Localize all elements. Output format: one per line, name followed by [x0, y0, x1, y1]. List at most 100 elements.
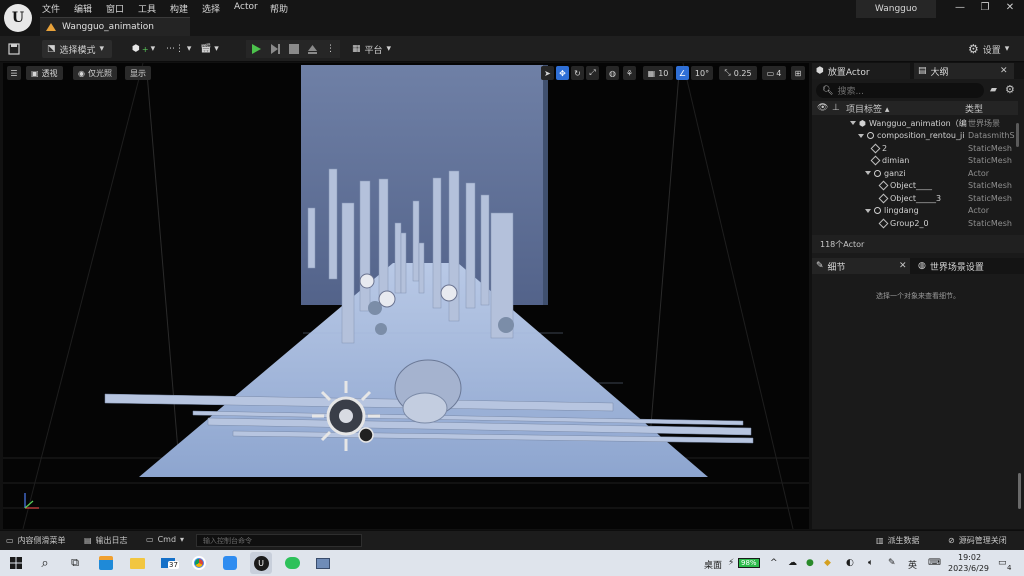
tree-row[interactable]: Object_____3 StaticMesh [812, 192, 1018, 205]
title-bar: U 文件 编辑 窗口 工具 构建 选择 Actor 帮助 Wangguo_ani… [0, 0, 1024, 36]
camera-speed-button[interactable]: ▭ 4 [762, 66, 786, 80]
outliner-search[interactable]: 🔍︎ 搜索... [816, 83, 984, 98]
notification-icon[interactable]: ▭ [998, 558, 1007, 568]
content-drawer-button[interactable]: ▭ 内容侧滑菜单 [6, 535, 66, 546]
cmd-selector[interactable]: ▭ Cmd ▾ [146, 535, 184, 544]
menu-tools[interactable]: 工具 [138, 2, 156, 15]
outliner-scrollbar[interactable] [1016, 123, 1019, 147]
close-button[interactable]: ✕ [1000, 2, 1020, 16]
column-type[interactable]: 类型 [965, 102, 983, 115]
tray-app-icon[interactable]: ◆ [824, 558, 831, 568]
tree-row[interactable]: dimian StaticMesh [812, 155, 1018, 168]
menu-select[interactable]: 选择 [202, 2, 220, 15]
stop-icon[interactable] [289, 44, 299, 54]
lighting-mode-button[interactable]: ◉ 仅光照 [73, 66, 117, 80]
battery-level[interactable]: 98% [738, 558, 760, 568]
menu-actor[interactable]: Actor [234, 2, 258, 12]
blueprint-button[interactable]: ⋯⋮ ▾ [166, 40, 191, 58]
minimize-button[interactable]: — [950, 2, 970, 16]
menu-help[interactable]: 帮助 [270, 2, 288, 15]
tab-outliner[interactable]: ▤ 大纲 [914, 63, 1014, 79]
menu-window[interactable]: 窗口 [106, 2, 124, 15]
source-control-button[interactable]: ⊘ 源码管理关闭 [948, 535, 1007, 546]
rotate-tool-icon[interactable]: ↻ [571, 66, 584, 80]
play-icon[interactable] [251, 43, 262, 55]
store-icon[interactable] [95, 552, 117, 574]
select-tool-icon[interactable]: ➤ [541, 66, 554, 80]
viewport-menu-button[interactable]: ☰ [7, 66, 21, 80]
menu-edit[interactable]: 编辑 [74, 2, 92, 15]
cube-icon: ▣ [31, 68, 39, 78]
scale-snap-icon: ⤡ [724, 68, 731, 77]
tree-row[interactable]: 2 StaticMesh [812, 142, 1018, 155]
scale-snap-button[interactable]: ⤡ 0.25 [719, 66, 757, 80]
pin-icon[interactable]: ⊥ [832, 103, 840, 113]
more-options-icon[interactable]: ⋮ [326, 44, 335, 54]
rotate-snap-value[interactable]: 10° [691, 66, 713, 80]
tree-row[interactable]: ⬢ Wangguo_animation（编 世界场景 [812, 117, 1018, 130]
task-view-icon[interactable]: ⧉ [64, 552, 86, 574]
menu-build[interactable]: 构建 [170, 2, 188, 15]
scale-tool-icon[interactable]: ⤢ [586, 66, 599, 80]
cinematics-button[interactable]: 🎬︎ ▾ [200, 40, 219, 58]
tree-row[interactable]: lingdang Actor [812, 205, 1018, 218]
menu-file[interactable]: 文件 [42, 2, 60, 15]
windows-start-icon[interactable] [5, 552, 27, 574]
viewport-layout-icon[interactable]: ⊞ [791, 66, 805, 80]
visibility-icon[interactable]: 👁︎ [817, 103, 828, 113]
settings-button[interactable]: ⚙ 设置 ▾ [968, 40, 1009, 58]
output-log-button[interactable]: ▤ 输出日志 [84, 535, 128, 546]
mode-selector[interactable]: ⬔ 选择模式 ▾ [42, 40, 112, 58]
unreal-logo-icon[interactable]: U [4, 4, 32, 32]
level-viewport[interactable]: ☰ ▣ 透视 ◉ 仅光照 显示 ➤ ✥ ↻ ⤢ ◍ ⚘ ▦ 10 ∠ 10° ⤡ 0.2… [3, 63, 809, 529]
app-window-icon[interactable] [312, 552, 334, 574]
wechat-tray-icon[interactable]: ● [806, 558, 814, 568]
tree-row[interactable]: composition_rentou_ji DatasmithS [812, 130, 1018, 143]
derived-data-button[interactable]: ▥ 派生数据 [876, 535, 920, 546]
save-icon[interactable] [8, 40, 20, 58]
file-explorer-icon[interactable] [126, 552, 148, 574]
feishu-icon[interactable] [219, 552, 241, 574]
maximize-button[interactable]: ❐ [975, 2, 995, 16]
show-button[interactable]: 显示 [125, 66, 151, 80]
close-details-icon[interactable]: ✕ [899, 261, 907, 271]
outliner-settings-icon[interactable]: ⚙ [1005, 83, 1015, 96]
eject-icon[interactable] [307, 44, 318, 55]
ime-indicator[interactable]: 英 [908, 558, 917, 571]
wechat-icon[interactable] [281, 552, 303, 574]
tray-desktop-label[interactable]: 桌面 [704, 558, 722, 571]
input-method-icon[interactable]: ⌨︎ [928, 558, 941, 568]
console-input[interactable]: 输入控制台命令 [196, 534, 362, 547]
tray-chevron-icon[interactable]: ^ [770, 558, 778, 568]
tab-world-settings[interactable]: ◍ 世界场景设置 [914, 258, 1014, 274]
surface-snap-icon[interactable]: ⚘ [623, 66, 636, 80]
world-space-icon[interactable]: ◍ [606, 66, 619, 80]
pen-icon[interactable]: ✎ [888, 558, 896, 568]
tree-row[interactable]: Object____ StaticMesh [812, 180, 1018, 193]
tray-app2-icon[interactable]: ◐ [846, 558, 854, 568]
cloud-icon[interactable]: ☁︎ [788, 558, 797, 568]
skip-icon[interactable] [270, 43, 281, 55]
volume-icon[interactable]: 🔈︎ [868, 558, 873, 568]
chrome-icon[interactable] [188, 552, 210, 574]
tab-place-actors[interactable]: ⬢ 放置Actor [812, 63, 910, 79]
grid-snap-button[interactable]: ▦ 10 [643, 66, 673, 80]
mail-icon[interactable]: 37 [157, 552, 179, 574]
column-label[interactable]: 项目标签 ▴ [846, 102, 889, 115]
tab-details[interactable]: ✎ 细节 [812, 258, 910, 274]
details-scrollbar[interactable] [1018, 473, 1021, 509]
add-folder-icon[interactable]: ▰ [990, 85, 997, 95]
search-icon[interactable]: ⌕ [34, 552, 56, 574]
perspective-button[interactable]: ▣ 透视 [26, 66, 63, 80]
clock-date[interactable]: 2023/6/29 [948, 564, 989, 573]
add-content-button[interactable]: ⬢ + ▾ [132, 40, 155, 58]
tree-row[interactable]: Group2_0 StaticMesh [812, 217, 1018, 230]
rotate-snap-toggle[interactable]: ∠ [676, 66, 689, 80]
move-tool-icon[interactable]: ✥ [556, 66, 569, 80]
unreal-taskbar-icon[interactable]: U [250, 552, 272, 574]
close-tab-icon[interactable]: ✕ [1000, 66, 1008, 76]
tree-row[interactable]: ganzi Actor [812, 167, 1018, 180]
platform-button[interactable]: ▦ 平台 ▾ [352, 40, 391, 58]
level-tab[interactable]: Wangguo_animation [40, 17, 190, 36]
clock-time[interactable]: 19:02 [958, 553, 981, 562]
